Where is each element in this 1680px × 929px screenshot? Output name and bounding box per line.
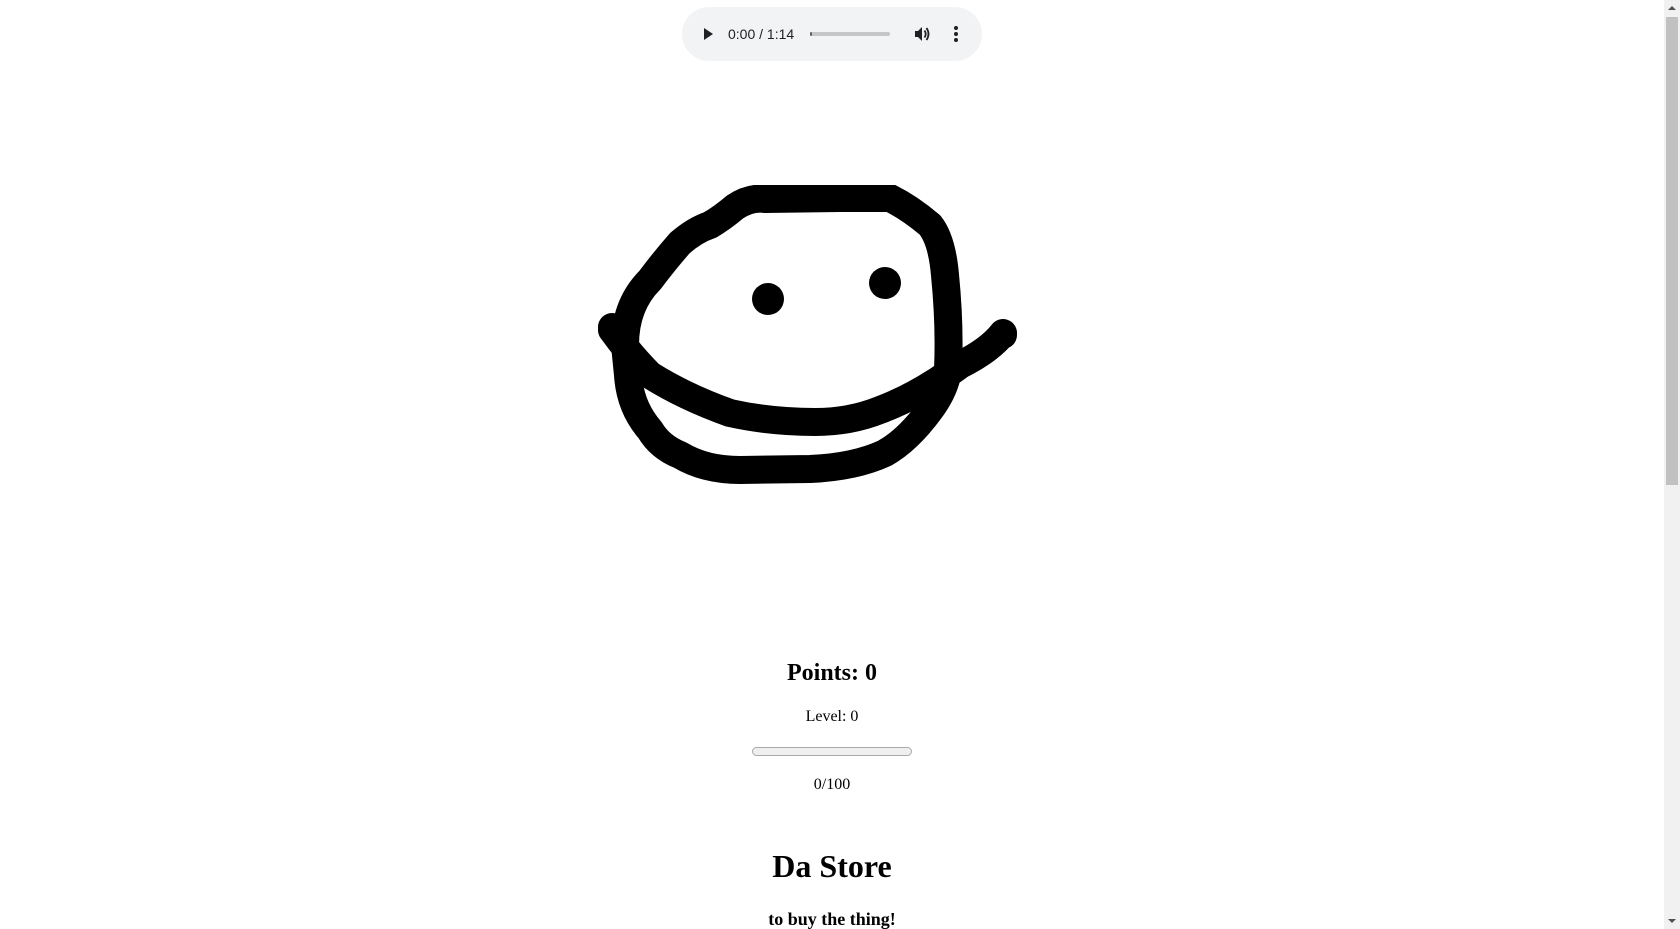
audio-player[interactable]: 0:00 / 1:14 (682, 7, 982, 61)
scrollbar-thumb[interactable] (1666, 17, 1678, 485)
smiley-blob-drawing-icon (598, 185, 1017, 484)
level-label: Level: 0 (805, 708, 859, 725)
scroll-down-arrow-icon[interactable] (1664, 913, 1680, 929)
clicker-character[interactable] (590, 185, 1070, 515)
audio-seek-bar[interactable] (810, 32, 891, 36)
volume-icon[interactable] (910, 22, 934, 46)
level-progress-bar (752, 747, 912, 756)
store-subtitle: to buy the thing! (768, 909, 896, 929)
page-scrollbar[interactable] (1664, 0, 1680, 929)
audio-time: 0:00 / 1:14 (728, 26, 795, 42)
play-icon[interactable] (696, 22, 720, 46)
store-title: Da Store (772, 848, 892, 884)
more-options-icon[interactable] (944, 22, 968, 46)
audio-seek-fill (810, 32, 813, 36)
points-counter: Points: 0 (787, 660, 877, 686)
scroll-up-arrow-icon[interactable] (1664, 0, 1680, 16)
game-page: 0:00 / 1:14 Points: 0 Level: 0 0/100 Da … (0, 0, 1680, 929)
progress-text: 0/100 (813, 776, 851, 793)
